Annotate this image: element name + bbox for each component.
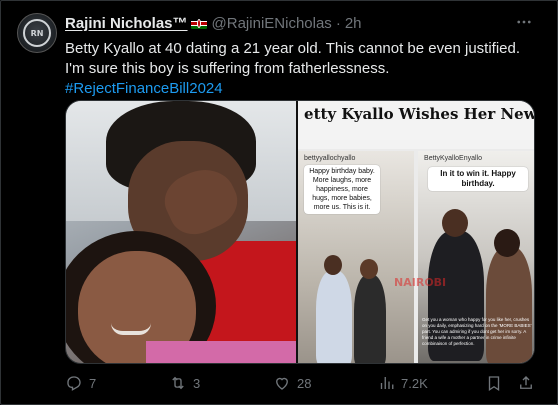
heart-outline-icon <box>276 377 288 390</box>
separator-dot: · <box>335 15 341 32</box>
views-button[interactable]: 7.2K <box>377 374 428 392</box>
panel-one-handle: bettyyallochyallo <box>304 155 356 162</box>
couple-photo[interactable] <box>66 101 297 363</box>
analytics-icon <box>380 377 394 389</box>
reply-button[interactable]: 7 <box>65 374 96 392</box>
tweet-text: Betty Kyallo at 40 dating a 21 year old.… <box>65 39 535 99</box>
retweet-count: 3 <box>193 375 201 391</box>
bookmark-button[interactable] <box>485 374 509 392</box>
author-avatar[interactable]: RN <box>17 13 57 53</box>
share-button[interactable] <box>517 374 541 392</box>
author-name[interactable]: Rajini Nicholas™ <box>65 15 188 32</box>
tweet-body: Betty Kyallo at 40 dating a 21 year old.… <box>65 40 521 77</box>
graphic-banner: etty Kyallo Wishes Her New Youn Boyfrien… <box>298 101 534 149</box>
retweet-icon <box>172 376 184 390</box>
like-count: 28 <box>297 375 312 391</box>
avatar-logo-icon: RN <box>23 19 51 47</box>
hashtag-link[interactable]: #RejectFinanceBill2024 <box>65 80 223 97</box>
more-horizontal-icon[interactable] <box>515 13 533 36</box>
bookmark-icon <box>488 376 500 392</box>
graphic-title: etty Kyallo Wishes Her New Youn Boyfrien… <box>304 105 534 123</box>
panel-two-caption: In it to win it. Happy birthday. <box>428 167 529 191</box>
retweet-button[interactable]: 3 <box>169 374 200 392</box>
instagram-panel-two: BettyKyalloEnyallo In it to win it. Happ… <box>418 151 534 363</box>
reply-count: 7 <box>89 375 97 391</box>
kenya-flag-icon <box>190 18 207 29</box>
tweet-actions: 7 3 28 7.2K <box>65 374 537 394</box>
tweet-header: Rajini Nicholas™ @RajiniENicholas · 2h <box>65 15 362 32</box>
views-count: 7.2K <box>401 375 428 391</box>
tweet-timestamp[interactable]: 2h <box>345 15 362 32</box>
instagram-panel-one: bettyyallochyallo Happy birthday baby. M… <box>298 151 415 363</box>
share-icon <box>520 376 532 389</box>
panel-two-handle: BettyKyalloEnyallo <box>424 155 483 162</box>
author-handle[interactable]: @RajiniENicholas <box>212 15 332 32</box>
watermark: NAIROBI <box>394 276 447 289</box>
reply-icon <box>67 376 81 391</box>
tweet-media[interactable]: etty Kyallo Wishes Her New Youn Boyfrien… <box>65 100 535 364</box>
birthday-graphic[interactable]: etty Kyallo Wishes Her New Youn Boyfrien… <box>298 101 534 363</box>
tweet-card[interactable]: RN Rajini Nicholas™ @RajiniENicholas · 2… <box>0 0 558 405</box>
panel-one-caption: Happy birthday baby. More laughs, more h… <box>304 165 381 214</box>
like-button[interactable]: 28 <box>273 374 311 392</box>
panel-two-long-caption: Get you a woman who happy for you like h… <box>422 317 532 346</box>
